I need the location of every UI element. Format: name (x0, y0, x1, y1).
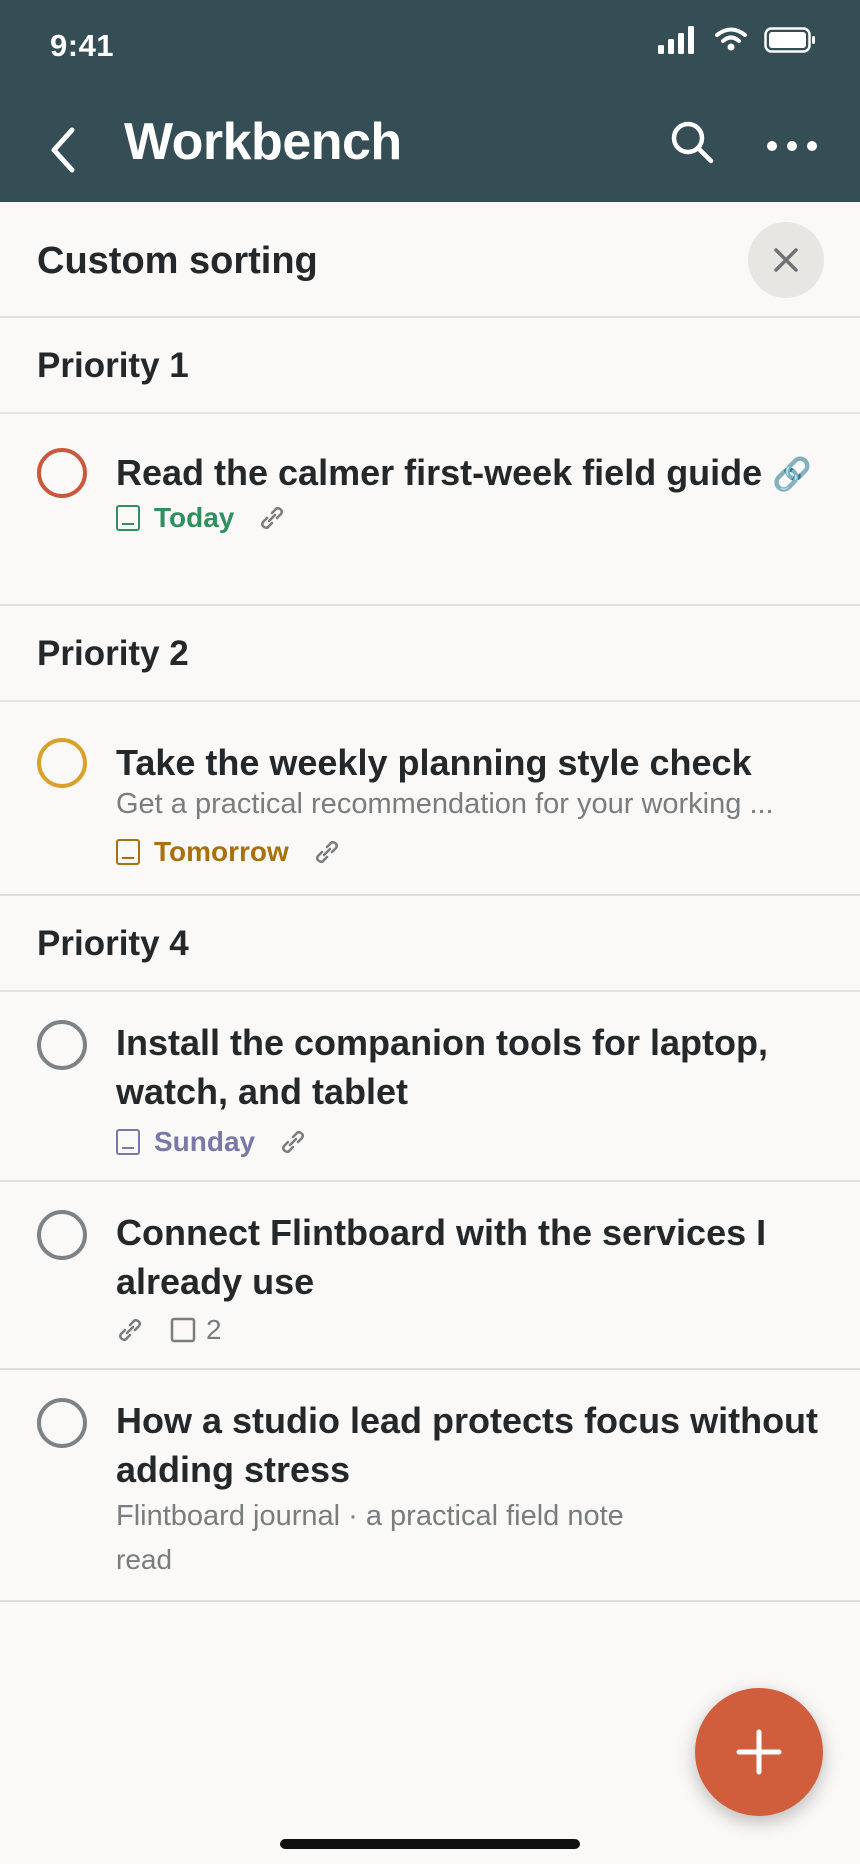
task-title: Connect Flintboard with the services I a… (116, 1212, 767, 1302)
close-sorting-button[interactable] (748, 222, 824, 298)
section-header-priority-2: Priority 2 (0, 606, 860, 702)
chevron-left-icon (51, 127, 75, 173)
task-title: Take the weekly planning style check (116, 742, 752, 783)
calendar-icon (116, 505, 140, 531)
link-icon (118, 1318, 142, 1342)
task-checkbox[interactable] (37, 448, 87, 498)
task-item[interactable]: Take the weekly planning style check Get… (0, 702, 860, 896)
task-note: read (116, 1544, 173, 1575)
section-header-priority-1: Priority 1 (0, 318, 860, 414)
task-description: Get a practical recommendation for your … (116, 788, 774, 820)
more-icon (767, 141, 817, 151)
back-button[interactable] (46, 120, 86, 180)
task-title: Install the companion tools for laptop, … (116, 1022, 769, 1112)
link-icon (315, 840, 338, 864)
section-heading: Priority 2 (37, 634, 189, 673)
sorting-title: Custom sorting (37, 240, 318, 282)
due-date: Tomorrow (154, 836, 289, 867)
status-icons (658, 26, 816, 54)
battery-icon (764, 27, 815, 53)
due-date: Today (154, 502, 235, 533)
home-indicator (280, 1839, 580, 1849)
task-item[interactable]: Connect Flintboard with the services I a… (0, 1182, 860, 1370)
task-meta: Sunday (116, 1126, 307, 1158)
due-date: Sunday (154, 1126, 256, 1157)
link-icon (282, 1130, 305, 1154)
checkbox-icon (170, 1317, 196, 1343)
top-bar: 9:41 Workbench (0, 0, 860, 202)
sorting-bar: Custom sorting (0, 202, 860, 318)
task-item[interactable]: How a studio lead protects focus without… (0, 1370, 860, 1602)
task-title: Read the calmer first-week field guide (116, 452, 763, 493)
subtask-count: 2 (206, 1314, 222, 1345)
section-heading: Priority 4 (37, 924, 189, 963)
task-checkbox[interactable] (37, 1210, 87, 1260)
status-time: 9:41 (50, 28, 115, 63)
task-meta: Today (116, 502, 286, 534)
calendar-icon (116, 1129, 140, 1155)
section-heading: Priority 1 (37, 346, 189, 385)
search-icon (671, 121, 714, 164)
signal-icon (658, 26, 694, 54)
plus-icon (736, 1729, 782, 1775)
task-item[interactable]: Read the calmer first-week field guide 🔗… (0, 414, 860, 606)
task-item[interactable]: Install the companion tools for laptop, … (0, 992, 860, 1182)
task-meta: 2 (116, 1314, 222, 1346)
task-meta: Tomorrow (116, 836, 341, 868)
search-button[interactable] (668, 118, 718, 168)
calendar-icon (116, 839, 140, 865)
close-icon (774, 248, 798, 272)
page-title: Workbench (124, 113, 402, 171)
task-title: How a studio lead protects focus without… (116, 1400, 819, 1490)
task-checkbox[interactable] (37, 1020, 87, 1070)
add-task-button[interactable] (695, 1688, 823, 1816)
link-icon (261, 506, 284, 530)
task-checkbox[interactable] (37, 1398, 87, 1448)
task-description: Flintboard journal · a practical field n… (116, 1500, 624, 1532)
wifi-icon (715, 27, 747, 51)
more-button[interactable] (764, 124, 820, 164)
task-title-row: Read the calmer first-week field guide 🔗 (116, 448, 816, 499)
section-header-priority-4: Priority 4 (0, 896, 860, 992)
link-icon: 🔗 (772, 456, 813, 492)
task-checkbox[interactable] (37, 738, 87, 788)
